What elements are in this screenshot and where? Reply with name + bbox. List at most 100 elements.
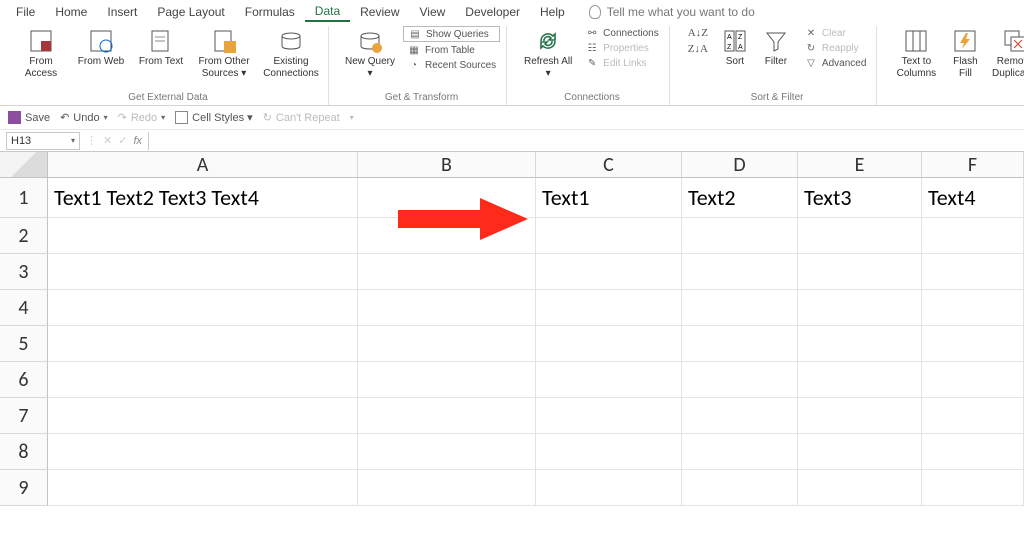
row-header-1[interactable]: 1 (0, 178, 48, 218)
undo-button[interactable]: ↶Undo▾ (60, 111, 108, 124)
cell-A1[interactable]: Text1 Text2 Text3 Text4 (48, 178, 358, 218)
tab-home[interactable]: Home (45, 3, 97, 21)
enter-formula-icon[interactable]: ✓ (118, 134, 127, 147)
cell-D7[interactable] (682, 398, 798, 434)
tab-help[interactable]: Help (530, 3, 575, 21)
cell-C6[interactable] (536, 362, 682, 398)
cancel-formula-icon[interactable]: ✕ (103, 134, 112, 147)
tab-formulas[interactable]: Formulas (235, 3, 305, 21)
cell-styles-button[interactable]: Cell Styles ▾ (175, 111, 253, 124)
cell-D5[interactable] (682, 326, 798, 362)
cell-F6[interactable] (922, 362, 1024, 398)
fx-icon[interactable]: fx (133, 135, 142, 147)
row-header-8[interactable]: 8 (0, 434, 48, 470)
cell-E2[interactable] (798, 218, 922, 254)
cell-B3[interactable] (358, 254, 536, 290)
tab-review[interactable]: Review (350, 3, 409, 21)
from-web-button[interactable]: From Web (74, 26, 128, 68)
cell-C5[interactable] (536, 326, 682, 362)
save-button[interactable]: Save (8, 111, 50, 124)
cell-B9[interactable] (358, 470, 536, 506)
row-header-5[interactable]: 5 (0, 326, 48, 362)
cell-D9[interactable] (682, 470, 798, 506)
row-header-2[interactable]: 2 (0, 218, 48, 254)
filter-button[interactable]: Filter (758, 26, 794, 68)
properties-button[interactable]: ☷Properties (581, 41, 663, 55)
cant-repeat-button[interactable]: ↻Can't Repeat (263, 111, 340, 124)
formula-bar-input[interactable] (148, 132, 1024, 150)
flash-fill-button[interactable]: Flash Fill (947, 26, 983, 79)
col-header-C[interactable]: C (536, 152, 682, 178)
cell-A2[interactable] (48, 218, 358, 254)
edit-links-button[interactable]: ✎Edit Links (581, 56, 663, 70)
cell-D6[interactable] (682, 362, 798, 398)
from-access-button[interactable]: From Access (14, 26, 68, 79)
qat-customize-icon[interactable]: ▾ (350, 113, 354, 122)
tab-data[interactable]: Data (305, 2, 350, 22)
cell-B6[interactable] (358, 362, 536, 398)
refresh-all-button[interactable]: Refresh All ▾ (521, 26, 575, 79)
cell-C2[interactable] (536, 218, 682, 254)
cell-E3[interactable] (798, 254, 922, 290)
cell-C1[interactable]: Text1 (536, 178, 682, 218)
cell-C4[interactable] (536, 290, 682, 326)
cell-A7[interactable] (48, 398, 358, 434)
cell-F7[interactable] (922, 398, 1024, 434)
col-header-E[interactable]: E (798, 152, 922, 178)
col-header-D[interactable]: D (682, 152, 798, 178)
cell-E5[interactable] (798, 326, 922, 362)
cell-C9[interactable] (536, 470, 682, 506)
cell-F8[interactable] (922, 434, 1024, 470)
cell-A3[interactable] (48, 254, 358, 290)
cell-A6[interactable] (48, 362, 358, 398)
cell-F2[interactable] (922, 218, 1024, 254)
cell-B8[interactable] (358, 434, 536, 470)
sort-dialog-button[interactable]: AZZA Sort (718, 26, 752, 68)
cell-D8[interactable] (682, 434, 798, 470)
cell-F5[interactable] (922, 326, 1024, 362)
existing-connections-button[interactable]: Existing Connections (260, 26, 322, 79)
cell-E9[interactable] (798, 470, 922, 506)
redo-button[interactable]: ↷Redo▾ (118, 111, 166, 124)
cell-D2[interactable] (682, 218, 798, 254)
cell-C3[interactable] (536, 254, 682, 290)
cell-E8[interactable] (798, 434, 922, 470)
cell-B2[interactable] (358, 218, 536, 254)
tab-developer[interactable]: Developer (455, 3, 530, 21)
name-box[interactable]: H13 ▾ (6, 132, 80, 150)
cell-B7[interactable] (358, 398, 536, 434)
connections-button[interactable]: ⚯Connections (581, 26, 663, 40)
row-header-6[interactable]: 6 (0, 362, 48, 398)
cell-A5[interactable] (48, 326, 358, 362)
tab-insert[interactable]: Insert (97, 3, 147, 21)
row-header-9[interactable]: 9 (0, 470, 48, 506)
row-header-3[interactable]: 3 (0, 254, 48, 290)
from-text-button[interactable]: From Text (134, 26, 188, 68)
cell-F1[interactable]: Text4 (922, 178, 1024, 218)
cell-E7[interactable] (798, 398, 922, 434)
from-table-button[interactable]: ▦From Table (403, 43, 500, 57)
col-header-A[interactable]: A (48, 152, 358, 178)
col-header-F[interactable]: F (922, 152, 1024, 178)
sort-asc-button[interactable]: A↓Z (684, 26, 712, 40)
from-other-sources-button[interactable]: From Other Sources ▾ (194, 26, 254, 79)
reapply-button[interactable]: ↻Reapply (800, 41, 870, 55)
show-queries-button[interactable]: ▤Show Queries (403, 26, 500, 42)
cell-F9[interactable] (922, 470, 1024, 506)
cell-B1[interactable] (358, 178, 536, 218)
row-header-7[interactable]: 7 (0, 398, 48, 434)
tab-page-layout[interactable]: Page Layout (147, 3, 234, 21)
cell-D3[interactable] (682, 254, 798, 290)
cell-E6[interactable] (798, 362, 922, 398)
new-query-button[interactable]: New Query ▾ (343, 26, 397, 79)
tab-view[interactable]: View (410, 3, 456, 21)
cell-E1[interactable]: Text3 (798, 178, 922, 218)
cell-A9[interactable] (48, 470, 358, 506)
row-header-4[interactable]: 4 (0, 290, 48, 326)
tell-me-search[interactable]: Tell me what you want to do (589, 5, 755, 19)
advanced-filter-button[interactable]: ▽Advanced (800, 56, 870, 70)
cell-C8[interactable] (536, 434, 682, 470)
tab-file[interactable]: File (6, 3, 45, 21)
cell-B4[interactable] (358, 290, 536, 326)
remove-duplicates-button[interactable]: Remove Duplicates (989, 26, 1024, 79)
